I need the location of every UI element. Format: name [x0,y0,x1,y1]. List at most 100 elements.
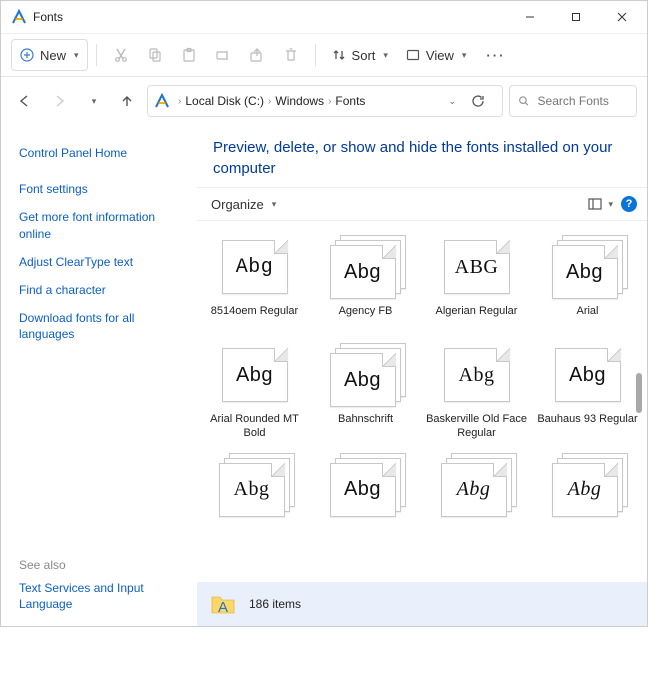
font-file-icon: Abg [326,235,406,299]
left-nav-link[interactable]: Find a character [19,282,185,298]
fonts-app-icon [11,9,27,25]
font-sample: Abg [331,354,395,406]
back-button[interactable] [11,87,39,115]
font-tile[interactable]: Abg Bauhaus 93 Regular [532,339,643,449]
font-file-icon: Abg [215,235,295,299]
font-sample: Abg [223,241,287,293]
svg-text:A: A [218,599,228,616]
font-tile[interactable]: AbgBahnschrift [310,339,421,449]
font-tile-label: Bauhaus 93 Regular [537,413,637,439]
fonts-path-icon [154,93,170,109]
rename-icon [215,47,231,63]
breadcrumb-seg-0[interactable]: Local Disk (C:) [185,94,264,108]
font-sample: Abg [442,464,506,516]
fonts-folder-icon: A [209,590,237,618]
help-button[interactable]: ? [621,196,637,212]
chevron-down-icon: ▾ [383,50,388,61]
cut-icon [113,47,129,63]
share-button[interactable] [241,39,273,71]
search-icon [518,94,530,108]
font-tile[interactable]: Abg [421,449,532,557]
breadcrumb-seg-2[interactable]: Fonts [335,94,365,108]
font-file-icon: Abg [548,235,628,299]
page-heading: Preview, delete, or show and hide the fo… [197,125,647,187]
minimize-button[interactable] [507,1,553,33]
font-sample: Abg [331,464,395,516]
refresh-button[interactable] [464,87,492,115]
see-also-link[interactable]: Text Services and Input Language [19,580,185,612]
rename-button[interactable] [207,39,239,71]
left-nav-link[interactable]: Get more font information online [19,209,185,241]
delete-button[interactable] [275,39,307,71]
paste-button[interactable] [173,39,205,71]
chevron-down-icon: ▾ [74,50,79,61]
chevron-down-icon: ▾ [92,96,97,107]
chevron-down-icon: ▾ [608,199,613,210]
see-also-label: See also [19,558,66,572]
sort-button[interactable]: Sort ▾ [324,39,396,71]
trash-icon [283,47,299,63]
more-button[interactable]: ··· [476,39,515,71]
copy-icon [147,47,163,63]
breadcrumb-sep: › [328,96,331,107]
font-sample: Abg [220,464,284,516]
organize-button[interactable]: Organize ▾ [207,188,280,220]
font-file-icon: Abg [326,453,406,517]
search-box[interactable] [509,85,637,117]
font-grid: Abg 8514oem Regular Abg Agency FB ABGAlgeria… [197,221,647,582]
breadcrumb[interactable]: › Local Disk (C:) › Windows › Fonts ⌄ [147,85,503,117]
font-tile-label: Baskerville Old Face Regular [425,413,528,441]
copy-button[interactable] [139,39,171,71]
organize-label: Organize [211,197,264,212]
scrollbar-thumb[interactable] [636,373,642,413]
font-sample: Abg [553,246,617,298]
font-sample: Abg [445,349,509,401]
font-file-icon: Abg [548,343,628,407]
font-tile[interactable]: Abg Baskerville Old Face Regular [421,339,532,449]
divider [315,44,316,66]
font-tile[interactable]: Abg [199,449,310,557]
organize-toolbar: Organize ▾ ▾ ? [197,187,647,221]
maximize-button[interactable] [553,1,599,33]
font-tile[interactable]: Abg [310,449,421,557]
font-tile-label: Arial [576,305,598,331]
font-tile-label: Agency FB [339,305,393,331]
control-panel-home-link[interactable]: Control Panel Home [19,145,185,161]
font-file-icon: ABG [437,235,517,299]
font-tile[interactable]: ABGAlgerian Regular [421,231,532,339]
status-bar: A 186 items [197,582,647,626]
cut-button[interactable] [105,39,137,71]
left-nav-link[interactable]: Download fonts for all languages [19,310,185,342]
font-tile[interactable]: Abg [532,449,643,557]
vertical-scrollbar[interactable] [633,371,645,687]
font-tile[interactable]: AbgArial Rounded MT Bold [199,339,310,449]
font-tile[interactable]: Abg Agency FB [310,231,421,339]
up-button[interactable] [113,87,141,115]
font-tile[interactable]: Abg Arial [532,231,643,339]
new-button[interactable]: New ▾ [11,39,88,71]
left-nav-link[interactable]: Adjust ClearType text [19,254,185,270]
sort-icon [332,48,346,62]
breadcrumb-sep: › [178,96,181,107]
view-button[interactable]: View ▾ [398,39,474,71]
sort-button-label: Sort [352,48,376,63]
window-title: Fonts [33,10,507,24]
view-options-button[interactable]: ▾ [588,197,613,211]
breadcrumb-sep: › [268,96,271,107]
forward-button[interactable] [45,87,73,115]
share-icon [249,47,265,63]
close-button[interactable] [599,1,645,33]
layout-icon [588,197,602,211]
search-input[interactable] [538,94,628,108]
font-tile[interactable]: Abg 8514oem Regular [199,231,310,339]
left-nav-link[interactable]: Font settings [19,181,185,197]
font-sample: Abg [223,349,287,401]
font-tile-label: 8514oem Regular [211,305,298,331]
status-count: 186 items [249,597,301,611]
recent-locations-button[interactable]: ▾ [79,87,107,115]
chevron-down-icon[interactable]: ⌄ [448,96,456,107]
view-button-label: View [426,48,454,63]
breadcrumb-seg-1[interactable]: Windows [275,94,324,108]
view-icon [406,48,420,62]
font-sample: ABG [445,241,509,293]
